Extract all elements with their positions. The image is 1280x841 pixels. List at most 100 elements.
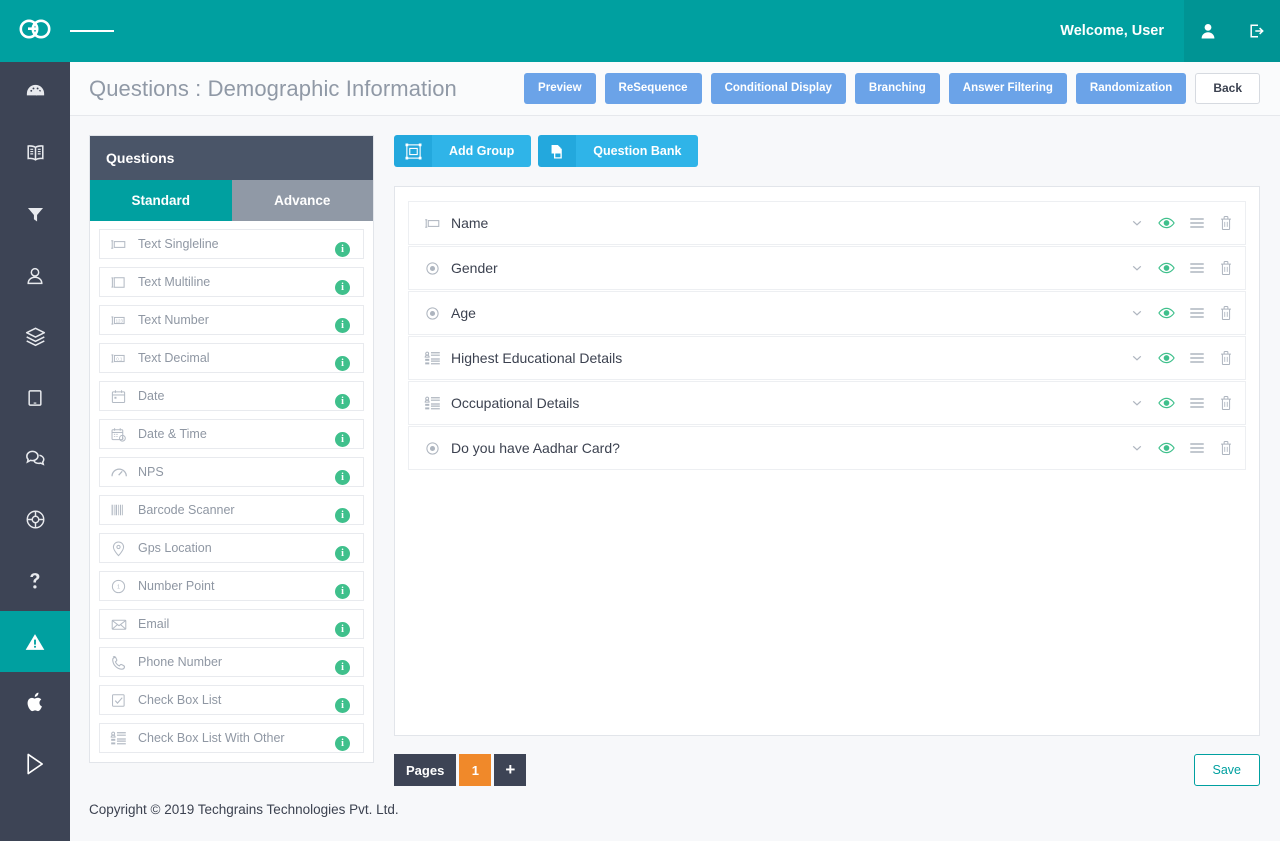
question-type-item[interactable]: 1 Number Point i xyxy=(99,571,364,601)
sidebar-item-ios-app[interactable] xyxy=(0,672,70,733)
eye-icon[interactable] xyxy=(1158,351,1175,365)
sidebar-item-filter[interactable] xyxy=(0,184,70,245)
question-type-item[interactable]: Text Singleline i xyxy=(99,229,364,259)
question-type-item[interactable]: 123 Text Number i xyxy=(99,305,364,335)
tab-advance[interactable]: Advance xyxy=(231,180,373,221)
question-types-list: Text Singleline i Text Multiline i 123 Text N… xyxy=(90,221,373,762)
info-icon[interactable]: i xyxy=(335,697,350,713)
user-icon xyxy=(24,265,46,287)
question-row[interactable]: Age xyxy=(408,291,1246,335)
save-button[interactable]: Save xyxy=(1193,754,1260,786)
layers-icon xyxy=(24,325,47,348)
question-row[interactable]: Occupational Details xyxy=(408,381,1246,425)
radio-button-icon xyxy=(421,440,443,457)
sidebar-item-messages[interactable] xyxy=(0,428,70,489)
hamburger-bar xyxy=(99,30,115,32)
question-row[interactable]: Highest Educational Details xyxy=(408,336,1246,380)
apple-icon xyxy=(25,691,46,714)
question-type-item[interactable]: 0.1 Text Decimal i xyxy=(99,343,364,373)
info-icon[interactable]: i xyxy=(335,507,350,523)
sidebar-item-alerts[interactable] xyxy=(0,611,70,672)
question-type-item[interactable]: Check Box List i xyxy=(99,685,364,715)
add-page-button[interactable]: + xyxy=(494,754,527,786)
tab-standard[interactable]: Standard xyxy=(90,180,232,221)
info-icon[interactable]: i xyxy=(335,241,350,257)
question-type-item[interactable]: Phone Number i xyxy=(99,647,364,677)
user-profile-button[interactable] xyxy=(1184,0,1232,62)
chevron-down-icon[interactable] xyxy=(1130,216,1144,230)
question-type-item[interactable]: Gps Location i xyxy=(99,533,364,563)
resequence-button[interactable]: ReSequence xyxy=(604,73,702,104)
trash-icon[interactable] xyxy=(1219,350,1233,366)
question-row-label: Name xyxy=(451,215,489,231)
info-icon[interactable]: i xyxy=(335,659,350,675)
branching-button[interactable]: Branching xyxy=(854,73,940,104)
chevron-down-icon[interactable] xyxy=(1130,351,1144,365)
chevron-down-icon[interactable] xyxy=(1130,396,1144,410)
sidebar-item-help[interactable] xyxy=(0,550,70,611)
sidebar-item-android-app[interactable] xyxy=(0,733,70,794)
sidebar-item-support[interactable] xyxy=(0,489,70,550)
info-icon[interactable]: i xyxy=(335,735,350,751)
question-type-item[interactable]: Check Box List With Other i xyxy=(99,723,364,753)
sidebar-item-users[interactable] xyxy=(0,245,70,306)
reorder-icon[interactable] xyxy=(1189,261,1205,275)
chevron-down-icon[interactable] xyxy=(1130,261,1144,275)
reorder-icon[interactable] xyxy=(1189,306,1205,320)
conditional-display-button[interactable]: Conditional Display xyxy=(710,73,846,104)
add-group-button[interactable]: Add Group xyxy=(394,135,532,167)
question-type-item[interactable]: NPS i xyxy=(99,457,364,487)
logout-button[interactable] xyxy=(1232,0,1280,62)
info-icon[interactable]: i xyxy=(335,621,350,637)
randomization-button[interactable]: Randomization xyxy=(1075,73,1187,104)
reorder-icon[interactable] xyxy=(1189,216,1205,230)
question-row[interactable]: Do you have Aadhar Card? xyxy=(408,426,1246,470)
question-type-item[interactable]: Date & Time i xyxy=(99,419,364,449)
info-icon[interactable]: i xyxy=(335,317,350,333)
question-type-item[interactable]: Email i xyxy=(99,609,364,639)
sidebar-item-layers[interactable] xyxy=(0,306,70,367)
app-logo[interactable] xyxy=(0,0,70,62)
eye-icon[interactable] xyxy=(1158,261,1175,275)
chevron-down-icon[interactable] xyxy=(1130,441,1144,455)
chevron-down-icon[interactable] xyxy=(1130,306,1144,320)
eye-icon[interactable] xyxy=(1158,306,1175,320)
text-multiline-icon xyxy=(110,274,132,291)
back-button[interactable]: Back xyxy=(1195,73,1260,104)
info-icon[interactable]: i xyxy=(335,355,350,371)
question-type-item[interactable]: Barcode Scanner i xyxy=(99,495,364,525)
hamburger-menu-icon[interactable] xyxy=(70,0,115,62)
sidebar-item-library[interactable] xyxy=(0,123,70,184)
question-row[interactable]: Gender xyxy=(408,246,1246,290)
info-icon[interactable]: i xyxy=(335,545,350,561)
sidebar-item-dashboard[interactable] xyxy=(0,62,70,123)
eye-icon[interactable] xyxy=(1158,441,1175,455)
page-number-1[interactable]: 1 xyxy=(459,754,492,786)
trash-icon[interactable] xyxy=(1219,440,1233,456)
info-icon[interactable]: i xyxy=(335,431,350,447)
trash-icon[interactable] xyxy=(1219,305,1233,321)
info-icon[interactable]: i xyxy=(335,279,350,295)
answer-filtering-button[interactable]: Answer Filtering xyxy=(948,73,1067,104)
question-row-label: Occupational Details xyxy=(451,395,580,411)
info-icon[interactable]: i xyxy=(335,583,350,599)
question-types-card: Questions Standard Advance Text Singleli… xyxy=(89,135,374,763)
question-type-item[interactable]: Text Multiline i xyxy=(99,267,364,297)
reorder-icon[interactable] xyxy=(1189,396,1205,410)
info-icon[interactable]: i xyxy=(335,469,350,485)
question-row-label: Do you have Aadhar Card? xyxy=(451,440,620,456)
reorder-icon[interactable] xyxy=(1189,441,1205,455)
eye-icon[interactable] xyxy=(1158,216,1175,230)
trash-icon[interactable] xyxy=(1219,215,1233,231)
trash-icon[interactable] xyxy=(1219,260,1233,276)
reorder-icon[interactable] xyxy=(1189,351,1205,365)
sidebar-item-devices[interactable] xyxy=(0,367,70,428)
eye-icon[interactable] xyxy=(1158,396,1175,410)
preview-button[interactable]: Preview xyxy=(524,73,596,104)
text-number-icon: 123 xyxy=(110,312,132,329)
trash-icon[interactable] xyxy=(1219,395,1233,411)
question-type-item[interactable]: Date i xyxy=(99,381,364,411)
question-row[interactable]: Name xyxy=(408,201,1246,245)
info-icon[interactable]: i xyxy=(335,393,350,409)
question-bank-button[interactable]: Question Bank xyxy=(538,135,699,167)
